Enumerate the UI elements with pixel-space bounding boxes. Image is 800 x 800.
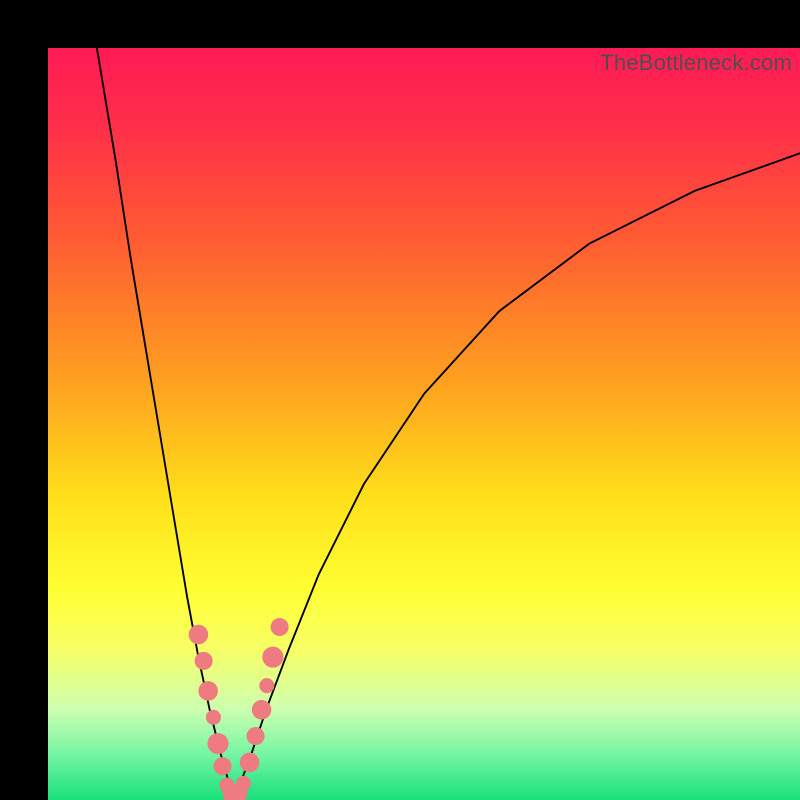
curve-right-branch bbox=[234, 153, 800, 796]
sample-dot bbox=[271, 618, 289, 636]
plot-area: TheBottleneck.com bbox=[48, 48, 800, 800]
sample-dot bbox=[198, 681, 218, 701]
sample-dot bbox=[259, 678, 274, 693]
curve-layer bbox=[48, 48, 800, 800]
chart-frame: TheBottleneck.com bbox=[0, 0, 800, 800]
sample-dot bbox=[189, 625, 209, 645]
sample-dot bbox=[236, 776, 251, 791]
sample-dot bbox=[206, 710, 221, 725]
sample-dot bbox=[240, 753, 260, 773]
sample-dot bbox=[207, 733, 228, 754]
sample-dot bbox=[247, 727, 265, 745]
sample-dot bbox=[262, 647, 283, 668]
sample-dot bbox=[252, 700, 272, 720]
sample-dot bbox=[213, 757, 231, 775]
sample-dot bbox=[195, 652, 213, 670]
sample-dots bbox=[189, 618, 289, 800]
